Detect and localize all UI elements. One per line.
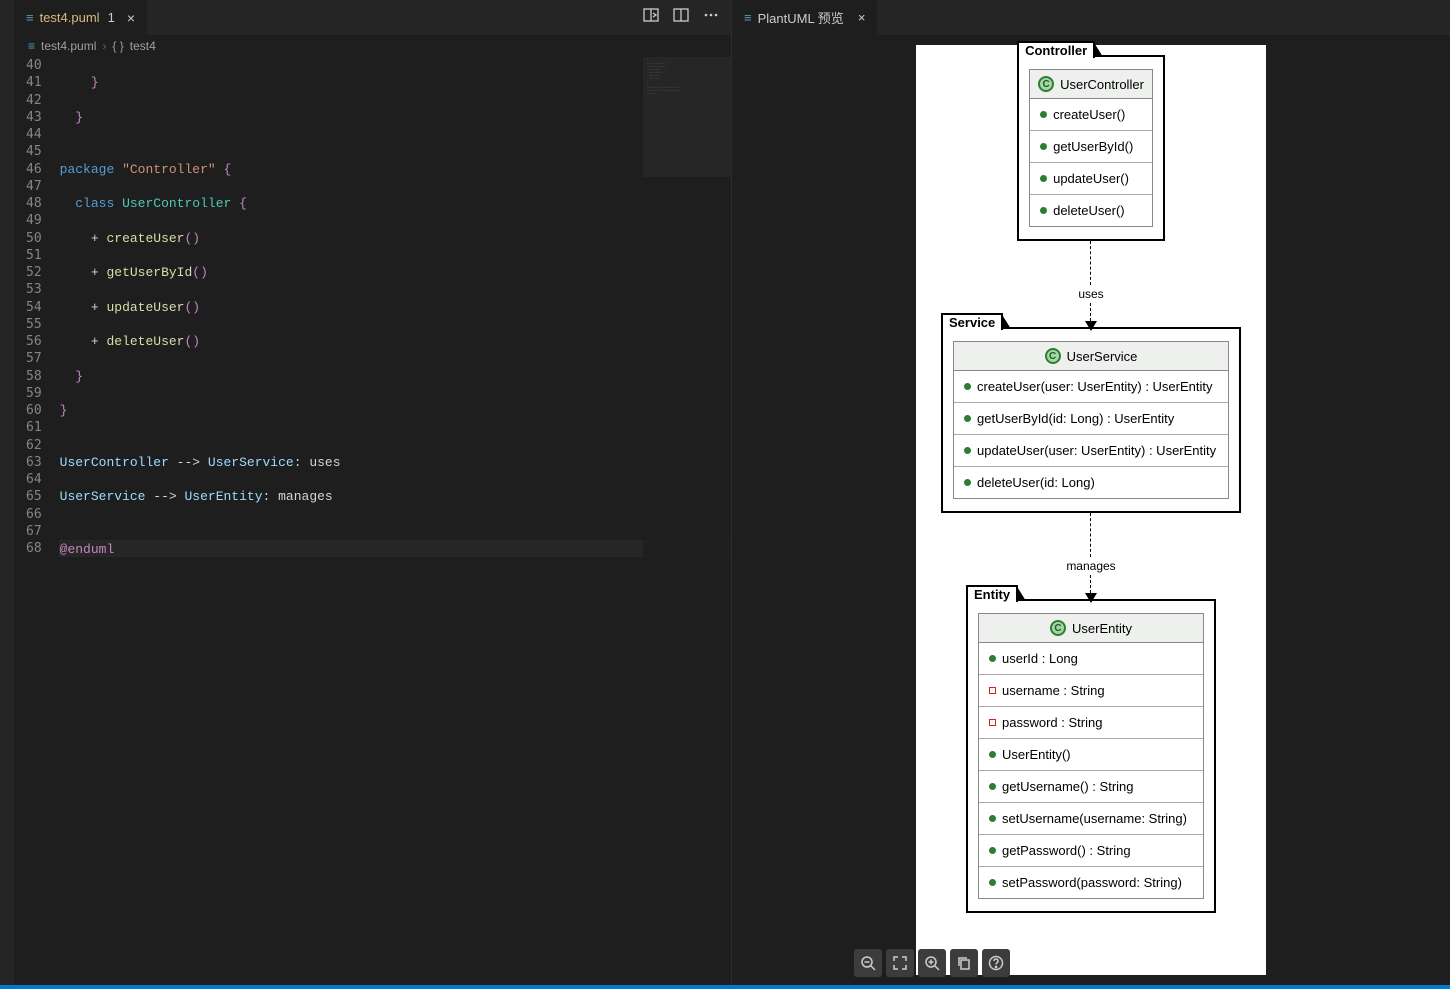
help-button[interactable]	[982, 949, 1010, 977]
preview-tab-label: PlantUML 预览	[758, 8, 844, 27]
line-gutter: 4041424344454647484950515253545556575859…	[14, 57, 60, 985]
uml-class: C UserEntity userId : Longusername : Strin…	[978, 613, 1204, 899]
package-label: Entity	[966, 585, 1018, 602]
zoom-in-button[interactable]	[918, 949, 946, 977]
editor-area[interactable]: 4041424344454647484950515253545556575859…	[14, 57, 731, 985]
uml-package: EntityCUserEntityuserId : Longusername :…	[966, 599, 1216, 913]
uml-method: getPassword() : String	[979, 835, 1203, 867]
uml-method: updateUser()	[1030, 163, 1152, 195]
preview-body[interactable]: ControllerCUserControllercreateUser()get…	[732, 35, 1450, 985]
uml-class: C UserService createUser(user: UserEntity)…	[953, 341, 1229, 499]
uml-method: setPassword(password: String)	[979, 867, 1203, 898]
fit-button[interactable]	[886, 949, 914, 977]
uml-attribute: userId : Long	[979, 643, 1203, 675]
package-label: Controller	[1017, 41, 1095, 58]
editor-actions	[643, 7, 731, 28]
tab-modified-indicator: 1	[108, 10, 115, 25]
tab-label: test4.puml	[40, 10, 100, 25]
class-icon: C	[1050, 620, 1066, 636]
file-icon: ≡	[28, 39, 35, 53]
uml-method: updateUser(user: UserEntity) : UserEntit…	[954, 435, 1228, 467]
uml-method: getUserById(id: Long) : UserEntity	[954, 403, 1228, 435]
uml-arrow: manages	[1066, 513, 1115, 603]
breadcrumb-symbol[interactable]: test4	[130, 39, 156, 53]
uml-attribute: password : String	[979, 707, 1203, 739]
close-icon[interactable]: ×	[127, 10, 135, 26]
editor-pane: ≡ test4.puml 1 × ≡ test4.puml › {	[14, 0, 732, 985]
package-label: Service	[941, 313, 1003, 330]
arrow-label: uses	[1078, 287, 1103, 301]
close-icon[interactable]: ×	[858, 10, 866, 25]
status-bar[interactable]	[0, 985, 1450, 989]
preview-tab[interactable]: ≡ PlantUML 预览 ×	[732, 0, 877, 35]
uml-method: setUsername(username: String)	[979, 803, 1203, 835]
minimap[interactable]: } } package "Controller" { class UserCon…	[643, 57, 731, 985]
uml-package: ServiceCUserServicecreateUser(user: User…	[941, 327, 1241, 513]
class-icon: C	[1038, 76, 1054, 92]
uml-method: getUserById()	[1030, 131, 1152, 163]
uml-method: createUser()	[1030, 99, 1152, 131]
uml-attribute: username : String	[979, 675, 1203, 707]
more-icon[interactable]	[703, 7, 719, 28]
breadcrumb-file[interactable]: test4.puml	[41, 39, 96, 53]
uml-diagram: ControllerCUserControllercreateUser()get…	[916, 45, 1266, 975]
uml-arrow: uses	[1078, 241, 1103, 331]
class-name: UserService	[1067, 349, 1138, 364]
arrow-label: manages	[1066, 559, 1115, 573]
class-icon: C	[1045, 348, 1061, 364]
code-content[interactable]: } } package "Controller" { class UserCon…	[60, 57, 731, 985]
uml-method: deleteUser(id: Long)	[954, 467, 1228, 498]
copy-button[interactable]	[950, 949, 978, 977]
uml-method: getUsername() : String	[979, 771, 1203, 803]
uml-method: UserEntity()	[979, 739, 1203, 771]
uml-package: ControllerCUserControllercreateUser()get…	[1017, 55, 1165, 241]
minimap-content: } } package "Controller" { class UserCon…	[647, 57, 727, 96]
uml-class: C UserController createUser()getUserById()…	[1029, 69, 1153, 227]
breadcrumb[interactable]: ≡ test4.puml › { } test4	[14, 35, 731, 57]
uml-method: deleteUser()	[1030, 195, 1152, 226]
file-icon: ≡	[26, 10, 34, 25]
plantuml-icon: ≡	[744, 10, 752, 25]
activity-bar[interactable]	[0, 0, 14, 985]
editor-tab-bar: ≡ test4.puml 1 ×	[14, 0, 731, 35]
preview-tab-bar: ≡ PlantUML 预览 ×	[732, 0, 1450, 35]
preview-toolbar	[854, 949, 1010, 977]
zoom-out-button[interactable]	[854, 949, 882, 977]
split-preview-icon[interactable]	[643, 7, 659, 28]
split-editor-icon[interactable]	[673, 7, 689, 28]
editor-tab[interactable]: ≡ test4.puml 1 ×	[14, 0, 148, 35]
preview-pane: ≡ PlantUML 预览 × Controller C UserControlle…	[732, 0, 1450, 985]
breadcrumb-sep: ›	[102, 39, 106, 53]
class-name: UserController	[1060, 77, 1144, 92]
braces-icon: { }	[112, 39, 123, 53]
uml-method: createUser(user: UserEntity) : UserEntit…	[954, 371, 1228, 403]
class-name: UserEntity	[1072, 621, 1132, 636]
